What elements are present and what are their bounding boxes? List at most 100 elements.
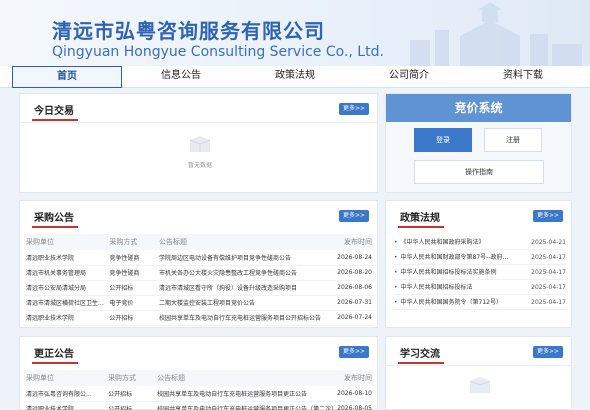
col-method: 采购方式 — [109, 238, 138, 246]
row-method: 竞争性磋商 — [109, 250, 159, 266]
nav-home[interactable]: 首页 — [12, 65, 122, 88]
study-title: 学习交流 — [398, 345, 444, 364]
today-trade-panel: 今日交易 更多>> 暂无数据 — [19, 93, 378, 193]
procurement-title: 采购公告 — [32, 209, 78, 228]
building-skyline-decoration — [410, 2, 582, 66]
bullet-icon: • — [394, 284, 398, 291]
table-row[interactable]: 清远市弘粤咨询有限公... 公开招标 校园共享单车及电动自行车充电桩运营服务项目… — [24, 386, 374, 402]
col-unit: 采购单位 — [26, 238, 54, 246]
nav-downloads[interactable]: 资料下载 — [468, 66, 578, 88]
table-row[interactable]: 清远职业技术学院 公开招标 校园共享单车及电动自行车充电桩运营服务项目公开招标公… — [24, 310, 374, 326]
row-date: 2026-07-24 — [337, 310, 374, 326]
row-unit: 清远职业技术学院 — [24, 401, 109, 410]
empty-state: 暂无数据 — [170, 132, 230, 169]
policy-item-title[interactable]: 《中华人民共和国政府采购法》 — [401, 239, 485, 246]
study-more-button[interactable]: 更多>> — [533, 346, 563, 358]
main-nav: 首页 信息公告 政策法规 公司简介 资料下载 — [0, 65, 590, 88]
list-item[interactable]: • 《中华人民共和国政府采购法》 2025-04-21 — [394, 235, 566, 250]
bidding-system-panel: 竞价系统 登录 注册 操作指南 — [385, 93, 572, 193]
nav-company-profile[interactable]: 公司简介 — [354, 66, 464, 88]
col-title: 公告标题 — [159, 238, 187, 246]
row-unit: 清远市清城区横荷社区卫生... — [24, 295, 110, 311]
row-title-link[interactable]: 校园共享单车及电动自行车充电桩运营服务项目更正公告 — [157, 386, 338, 402]
divider — [386, 365, 571, 366]
col-method: 采购方式 — [108, 374, 137, 382]
row-unit: 清远市公安局清城分局 — [24, 280, 110, 296]
row-date: 2026-08-24 — [337, 250, 374, 266]
policy-item-title[interactable]: 中华人民共和国财政部令第87号--政府... — [401, 254, 509, 261]
row-method: 竞争性磋商 — [109, 265, 159, 281]
row-date: 2026-08-20 — [337, 265, 374, 281]
correction-more-button[interactable]: 更多>> — [339, 346, 369, 358]
correction-panel: 更正公告 更多>> 采购单位 采购方式 公告标题 发布时间 清远市弘粤咨询有限公… — [19, 336, 378, 410]
divider — [20, 122, 377, 123]
row-title-link[interactable]: 校园共享单车及电动自行车充电桩运营服务项目更正公告（第二次） — [157, 401, 338, 410]
empty-box-icon — [466, 373, 494, 395]
policy-item-date: 2025-04-17 — [531, 269, 566, 276]
operation-guide-button[interactable]: 操作指南 — [414, 160, 544, 184]
table-row[interactable]: 清远市机关事务管理局 竞争性磋商 市机关各办公大楼火灾隐患整改工程竞争性磋商公告… — [24, 265, 374, 281]
list-item[interactable]: • 中华人民共和国招标投标法 2025-04-17 — [394, 280, 566, 295]
policy-panel: 政策法规 更多>> • 《中华人民共和国政府采购法》 2025-04-21 • 中华人… — [385, 200, 572, 328]
site-header: 清远市弘粤咨询服务有限公司 Qingyuan Hongyue Consultin… — [0, 0, 590, 66]
register-button[interactable]: 注册 — [484, 128, 542, 152]
col-unit: 采购单位 — [26, 374, 54, 382]
table-row[interactable]: 清远市清城区横荷社区卫生... 电子竞价 二期大楼监控安装工程项目竞价公告 20… — [24, 295, 374, 311]
row-title-link[interactable]: 市机关各办公大楼火灾隐患整改工程竞争性磋商公告 — [159, 265, 338, 281]
procurement-panel: 采购公告 更多>> 采购单位 采购方式 公告标题 发布时间 清远职业技术学院 竞… — [19, 200, 378, 328]
bullet-icon: • — [394, 239, 398, 246]
procurement-more-button[interactable]: 更多>> — [339, 210, 369, 222]
row-unit: 清远市弘粤咨询有限公... — [24, 386, 109, 402]
list-item[interactable]: • 中华人民共和国财政部令第87号--政府... 2025-04-17 — [394, 250, 566, 265]
empty-state — [450, 373, 510, 401]
bullet-icon: • — [394, 254, 398, 261]
row-method: 公开招标 — [109, 310, 159, 326]
row-title-link[interactable]: 校园共享单车及电动自行车充电桩运营服务项目公开招标公告 — [159, 310, 338, 326]
procurement-table: 采购单位 采购方式 公告标题 发布时间 清远职业技术学院 竞争性磋商 学院周边区… — [24, 234, 374, 326]
policy-item-title[interactable]: 中华人民共和国招标投标法实施条例 — [401, 269, 497, 276]
row-unit: 清远职业技术学院 — [24, 310, 110, 326]
study-panel: 学习交流 更多>> — [385, 336, 572, 410]
policy-item-date: 2025-04-17 — [531, 299, 566, 306]
bidding-system-title: 竞价系统 — [386, 94, 571, 122]
row-date: 2026-08-06 — [337, 280, 374, 296]
col-date: 发布时间 — [344, 238, 372, 246]
row-date: 2026-07-31 — [337, 295, 374, 311]
row-title-link[interactable]: 二期大楼监控安装工程项目竞价公告 — [159, 295, 338, 311]
login-button[interactable]: 登录 — [414, 128, 472, 152]
correction-table: 采购单位 采购方式 公告标题 发布时间 清远市弘粤咨询有限公... 公开招标 校… — [24, 370, 374, 410]
table-row[interactable]: 清远职业技术学院 竞争性磋商 学院周边区电动设备有偿维护项目竞争性磋商公告 20… — [24, 250, 374, 266]
row-date: 2026-08-05 — [337, 401, 374, 410]
site-title-en: Qingyuan Hongyue Consulting Service Co.,… — [52, 44, 384, 60]
policy-item-title[interactable]: 中华人民共和国招标投标法 — [401, 284, 473, 291]
table-row[interactable]: 清远市公安局清城分局 公开招标 清远市清城区看守所（拘役）设备升级改造采购项目 … — [24, 280, 374, 296]
policy-more-button[interactable]: 更多>> — [533, 210, 563, 222]
policy-item-date: 2025-04-17 — [531, 284, 566, 291]
row-unit: 清远职业技术学院 — [24, 250, 110, 266]
policy-item-date: 2025-04-21 — [531, 239, 566, 246]
policy-item-title[interactable]: 中华人民共和国国务院令（第712号） — [401, 299, 502, 306]
today-trade-title: 今日交易 — [32, 102, 78, 121]
row-unit: 清远市机关事务管理局 — [24, 265, 110, 281]
col-title: 公告标题 — [157, 374, 186, 382]
row-date: 2026-08-10 — [337, 386, 374, 402]
today-trade-more-button[interactable]: 更多>> — [339, 103, 369, 115]
row-method: 公开招标 — [108, 386, 158, 402]
table-header-row: 采购单位 采购方式 公告标题 发布时间 — [24, 234, 374, 250]
policy-title: 政策法规 — [398, 209, 444, 228]
row-method: 电子竞价 — [109, 295, 159, 311]
nav-announcements[interactable]: 信息公告 — [126, 66, 236, 88]
empty-box-icon — [186, 132, 214, 154]
row-title-link[interactable]: 学院周边区电动设备有偿维护项目竞争性磋商公告 — [159, 250, 338, 266]
policy-list: • 《中华人民共和国政府采购法》 2025-04-21 • 中华人民共和国财政部令第8… — [394, 235, 566, 310]
correction-title: 更正公告 — [32, 345, 78, 364]
list-item[interactable]: • 中华人民共和国招标投标法实施条例 2025-04-17 — [394, 265, 566, 280]
table-header-row: 采购单位 采购方式 公告标题 发布时间 — [24, 370, 374, 386]
row-title-link[interactable]: 清远市清城区看守所（拘役）设备升级改造采购项目 — [159, 280, 338, 296]
list-item[interactable]: • 中华人民共和国国务院令（第712号） 2025-04-17 — [394, 295, 566, 310]
table-row[interactable]: 清远职业技术学院 公开招标 校园共享单车及电动自行车充电桩运营服务项目更正公告（… — [24, 401, 374, 410]
empty-state-text: 暂无数据 — [187, 162, 212, 169]
bullet-icon: • — [394, 269, 398, 276]
nav-policy[interactable]: 政策法规 — [240, 66, 350, 88]
site-title-cn: 清远市弘粤咨询服务有限公司 — [52, 19, 325, 43]
